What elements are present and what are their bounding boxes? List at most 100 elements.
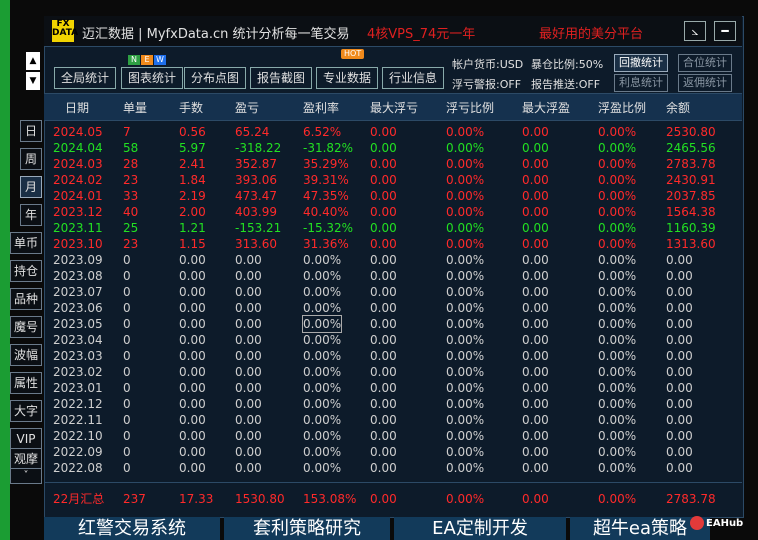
side-scroll-down-button[interactable]: ˅ [10, 468, 42, 484]
global-stats-button[interactable]: 全局统计 [54, 67, 117, 89]
single-currency-button[interactable]: 单币 [10, 232, 42, 254]
table-row[interactable]: 2023.09 0 0.00 0.00 0.00% 0.00 0.00% 0.00 0.00% 0… [44, 252, 742, 268]
table-row[interactable]: 2022.11 0 0.00 0.00 0.00% 0.00 0.00% 0.00 0.00% 0… [44, 412, 742, 428]
column-header[interactable]: 最大浮盈 [522, 99, 570, 116]
table-row[interactable]: 2023.05 0 0.00 0.00 0.00% 0.00 0.00% 0.00 0.00% 0… [44, 315, 742, 333]
attributes-button[interactable]: 属性 [10, 372, 42, 394]
table-cell: 0.00 [370, 221, 397, 235]
summary-cell: 17.33 [179, 492, 214, 506]
report-push-status[interactable]: 报告推送:OFF [531, 76, 600, 92]
table-cell: 0.00 [666, 317, 693, 331]
banner-ea-custom[interactable]: EA定制开发 [394, 517, 566, 540]
table-row[interactable]: 2022.10 0 0.00 0.00 0.00% 0.00 0.00% 0.00 0.00% 0… [44, 428, 742, 444]
table-cell: 1313.60 [666, 237, 716, 251]
table-cell: 2022.10 [53, 429, 103, 443]
resize-button[interactable]: ⦣ [684, 21, 706, 41]
table-row[interactable]: 2023.02 0 0.00 0.00 0.00% 0.00 0.00% 0.00 0.00% 0… [44, 364, 742, 380]
minimize-button[interactable]: ━ [714, 21, 736, 41]
scroll-down-button[interactable]: ▼ [26, 72, 40, 90]
table-row[interactable]: 2023.11 25 1.21 -153.21 -15.32% 0.00 0.00% 0.00… [44, 220, 742, 236]
period-week-button[interactable]: 周 [20, 148, 42, 170]
table-cell: 0.00 [666, 285, 693, 299]
vip-button[interactable]: VIP [10, 428, 42, 450]
table-cell: 0.00% [446, 141, 485, 155]
table-cell: 0 [123, 445, 131, 459]
broker-ad-link[interactable]: 最好用的美分平台 [539, 23, 643, 42]
table-cell: 23 [123, 173, 139, 187]
banner-arbitrage[interactable]: 套利策略研究 [224, 517, 390, 540]
table-cell: 0.00% [598, 269, 637, 283]
table-cell: 0.00% [303, 253, 342, 267]
observe-button[interactable]: 观摩 [10, 448, 42, 470]
volatility-button[interactable]: 波幅 [10, 344, 42, 366]
table-row[interactable]: 2024.02 23 1.84 393.06 39.31% 0.00 0.00% 0.00 0.… [44, 172, 742, 188]
distribution-chart-button[interactable]: 分布点图 [184, 67, 247, 89]
report-screenshot-button[interactable]: 报告截图 [250, 67, 313, 89]
table-cell: 28 [123, 157, 139, 171]
table-row[interactable]: 2022.09 0 0.00 0.00 0.00% 0.00 0.00% 0.00 0.00% 0… [44, 444, 742, 460]
table-cell: 0.00% [598, 333, 637, 347]
table-row[interactable]: 2024.04 58 5.97 -318.22 -31.82% 0.00 0.00% 0.00… [44, 140, 742, 156]
column-header[interactable]: 浮亏比例 [446, 99, 494, 116]
banner-ea-strategy[interactable]: 超牛ea策略 [570, 517, 710, 540]
table-cell: 0.00 [370, 157, 397, 171]
vps-ad-link[interactable]: 4核VPS_74元一年 [367, 23, 475, 42]
period-year-button[interactable]: 年 [20, 204, 42, 226]
column-header[interactable]: 盈利率 [303, 99, 339, 116]
table-row[interactable]: 2023.01 0 0.00 0.00 0.00% 0.00 0.00% 0.00 0.00% 0… [44, 380, 742, 396]
table-cell: 0.00 [522, 381, 549, 395]
position-stats-button[interactable]: 合位统计 [678, 54, 732, 72]
table-row[interactable]: 2023.12 40 2.00 403.99 40.40% 0.00 0.00% 0.00 0.… [44, 204, 742, 220]
large-font-button[interactable]: 大字 [10, 400, 42, 422]
column-header[interactable]: 日期 [65, 99, 89, 116]
period-month-button[interactable]: 月 [20, 176, 42, 198]
table-row[interactable]: 2023.06 0 0.00 0.00 0.00% 0.00 0.00% 0.00 0.00% 0… [44, 300, 742, 316]
table-cell: 0.00 [370, 253, 397, 267]
holdings-button[interactable]: 持仓 [10, 260, 42, 282]
table-cell: 0.00% [598, 429, 637, 443]
industry-info-button[interactable]: 行业信息 [382, 67, 445, 89]
table-cell: 0.00 [522, 269, 549, 283]
table-row[interactable]: 2023.08 0 0.00 0.00 0.00% 0.00 0.00% 0.00 0.00% 0… [44, 268, 742, 284]
banner-trading-system[interactable]: 红警交易系统 [44, 517, 220, 540]
table-row[interactable]: 2024.05 7 0.56 65.24 6.52% 0.00 0.00% 0.00 0.00%… [44, 124, 742, 140]
table-cell: 0.00 [522, 445, 549, 459]
column-header[interactable]: 浮盈比例 [598, 99, 646, 116]
column-header[interactable]: 单量 [123, 99, 147, 116]
table-row[interactable]: 2022.08 0 0.00 0.00 0.00% 0.00 0.00% 0.00 0.00% 0… [44, 460, 742, 476]
chart-stats-button[interactable]: 图表统计 [121, 67, 184, 89]
table-row[interactable]: 2023.04 0 0.00 0.00 0.00% 0.00 0.00% 0.00 0.00% 0… [44, 332, 742, 348]
table-cell: 0.00% [303, 301, 342, 315]
table-cell: 0.00% [598, 285, 637, 299]
table-row[interactable]: 2022.12 0 0.00 0.00 0.00% 0.00 0.00% 0.00 0.00% 0… [44, 396, 742, 412]
table-cell: 0.00 [666, 301, 693, 315]
table-cell: 0.00% [598, 189, 637, 203]
table-cell: 0.00% [446, 237, 485, 251]
float-loss-alert[interactable]: 浮亏警报:OFF [452, 76, 521, 92]
table-row[interactable]: 2024.03 28 2.41 352.87 35.29% 0.00 0.00% 0.00 0.… [44, 156, 742, 172]
symbols-button[interactable]: 品种 [10, 288, 42, 310]
scroll-up-button[interactable]: ▲ [26, 52, 40, 70]
table-row[interactable]: 2023.03 0 0.00 0.00 0.00% 0.00 0.00% 0.00 0.00% 0… [44, 348, 742, 364]
column-header[interactable]: 余额 [666, 99, 690, 116]
table-cell: 0.00 [522, 365, 549, 379]
table-cell: 0.00 [370, 333, 397, 347]
column-header[interactable]: 手数 [179, 99, 203, 116]
rebate-stats-button[interactable]: 返佣统计 [678, 74, 732, 92]
table-row[interactable]: 2023.07 0 0.00 0.00 0.00% 0.00 0.00% 0.00 0.00% 0… [44, 284, 742, 300]
table-cell: 0.00 [522, 221, 549, 235]
magic-number-button[interactable]: 魔号 [10, 316, 42, 338]
interest-stats-button[interactable]: 利息统计 [614, 74, 668, 92]
table-row[interactable]: 2023.10 23 1.15 313.60 31.36% 0.00 0.00% 0.00 0.… [44, 236, 742, 252]
drawdown-stats-button[interactable]: 回撤统计 [614, 54, 668, 72]
table-cell: 0.00 [522, 205, 549, 219]
table-cell: 0.00 [522, 317, 549, 331]
table-row[interactable]: 2024.01 33 2.19 473.47 47.35% 0.00 0.00% 0.00 0.… [44, 188, 742, 204]
table-cell: 2023.03 [53, 349, 103, 363]
table-cell: 0.00 [370, 189, 397, 203]
pro-data-button[interactable]: 专业数据 [316, 67, 379, 89]
column-header[interactable]: 盈亏 [235, 99, 259, 116]
column-header[interactable]: 最大浮亏 [370, 99, 418, 116]
period-day-button[interactable]: 日 [20, 120, 42, 142]
eahub-text: EAHub [706, 518, 744, 529]
